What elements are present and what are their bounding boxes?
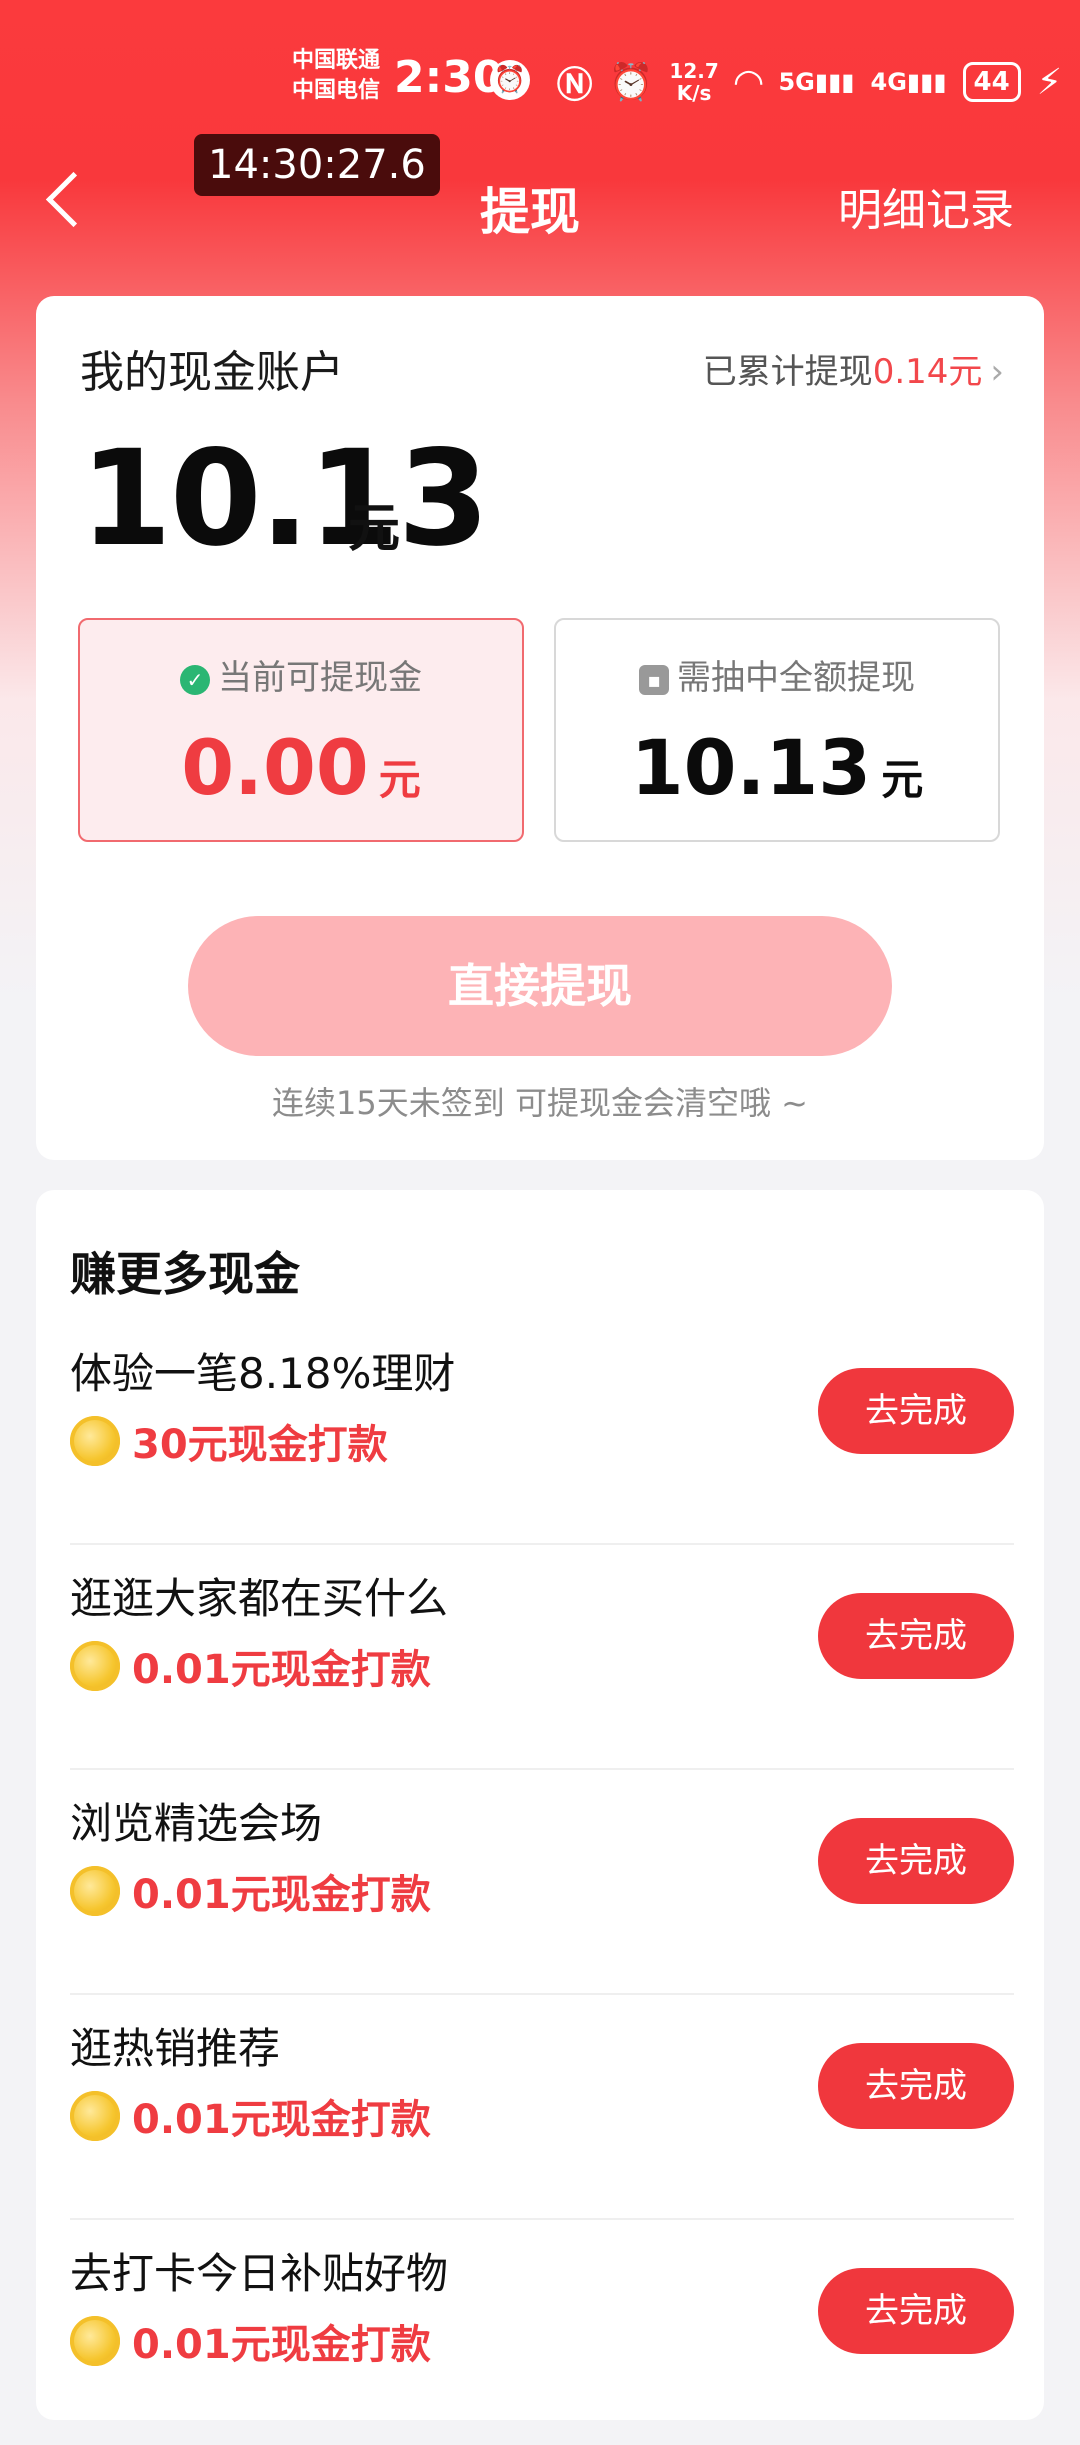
complete-task-button[interactable]: 去完成 [818,1368,1014,1454]
coin-icon [70,2091,120,2141]
sign-in-warning: 连续15天未签到 可提现金会清空哦 ~ [272,1084,808,1122]
balance-unit: 元 [348,499,401,559]
lock-icon: ▪ [639,664,669,695]
status-bar: 中国联通 中国电信 2:30 ⏰ Ⓝ ⏰ 12.7 K/s ◠ 5G▮▮▮ 4G… [0,0,1080,150]
task-reward-text: 0.01元现金打款 [132,1872,431,1918]
coin-icon [70,1641,120,1691]
signal-4g-icon: 4G▮▮▮ [870,68,947,96]
total-withdrawn-label: 已累计提现 [702,352,873,392]
system-icons: Ⓝ ⏰ 12.7 K/s ◠ 5G▮▮▮ 4G▮▮▮ 44 ⚡ [557,56,1062,108]
task-name: 逛热销推荐 [70,2024,281,2073]
signal-5g-icon: 5G▮▮▮ [778,68,855,96]
account-title: 我的现金账户 [80,347,344,398]
detail-records-link[interactable]: 明细记录 [838,174,1014,238]
withdraw-button[interactable]: 直接提现 [188,916,892,1056]
task-reward-text: 0.01元现金打款 [132,2097,431,2143]
net-speed-unit: K/s [676,81,712,105]
coin-icon [70,1866,120,1916]
cash-account-card: 我的现金账户 已累计提现0.14元 › 10.13 元 ✓ 当前可提现金 0.00 元… [36,296,1044,1160]
available-label: 当前可提现金 [218,658,422,698]
task-reward-text: 0.01元现金打款 [132,2322,431,2368]
alarm-app-icon: ⏰ [490,60,530,100]
available-unit: 元 [378,755,421,804]
complete-task-button[interactable]: 去完成 [818,2268,1014,2354]
coin-icon [70,2316,120,2366]
nav-bar: 14:30:27.6 提现 明细记录 [0,130,1080,270]
task-reward-text: 0.01元现金打款 [132,1647,431,1693]
complete-task-button[interactable]: 去完成 [818,1818,1014,1904]
battery-icon: 44 [962,62,1021,102]
wifi-icon: ◠ [734,61,763,103]
task-name: 体验一笔8.18%理财 [70,1349,456,1398]
locked-cash-box[interactable]: ▪ 需抽中全额提现 10.13 元 [554,618,1000,842]
locked-label: 需抽中全额提现 [677,658,915,698]
status-time: 2:30 [394,52,504,103]
carrier-2: 中国电信 [292,78,381,103]
task-name: 浏览精选会场 [70,1799,323,1848]
nfc-icon: Ⓝ [556,65,593,106]
charging-icon: ⚡ [1036,61,1062,103]
task-item: 逛逛大家都在买什么 0.01元现金打款 去完成 [70,1545,1014,1770]
locked-unit: 元 [881,755,924,804]
chevron-right-icon: › [990,352,1004,392]
complete-task-button[interactable]: 去完成 [818,1593,1014,1679]
available-cash-box[interactable]: ✓ 当前可提现金 0.00 元 [78,618,524,842]
earn-more-card: 赚更多现金 体验一笔8.18%理财 30元现金打款 去完成 逛逛大家都在买什么 … [36,1190,1044,2420]
available-value: 0.00 [181,723,369,812]
signal-5g-label: 5G [778,68,815,96]
network-speed: 12.7 K/s [669,60,718,104]
net-speed-value: 12.7 [669,59,719,83]
carrier-1: 中国联通 [292,48,381,73]
check-circle-icon: ✓ [180,664,210,695]
task-reward: 0.01元现金打款 [70,1862,431,1920]
complete-task-button[interactable]: 去完成 [818,2043,1014,2129]
task-reward: 0.01元现金打款 [70,2312,431,2370]
task-item: 浏览精选会场 0.01元现金打款 去完成 [70,1770,1014,1995]
coin-icon [70,1416,120,1466]
total-withdrawn-link[interactable]: 已累计提现0.14元 › [703,344,1004,393]
task-item: 体验一笔8.18%理财 30元现金打款 去完成 [70,1320,1014,1545]
task-name: 去打卡今日补贴好物 [70,2249,449,2298]
signal-4g-label: 4G [870,68,907,96]
locked-value: 10.13 [630,723,872,812]
task-reward-text: 30元现金打款 [132,1422,388,1468]
task-reward: 30元现金打款 [70,1412,388,1470]
task-item: 去打卡今日补贴好物 0.01元现金打款 去完成 [70,2220,1014,2445]
task-name: 逛逛大家都在买什么 [70,1574,449,1623]
balance-amount: 10.13 [80,422,490,576]
battery-level: 44 [973,67,1010,97]
task-reward: 0.01元现金打款 [70,2087,431,2145]
alarm-icon: ⏰ [608,62,654,103]
total-withdrawn-value: 0.14元 [872,352,983,392]
task-item: 逛热销推荐 0.01元现金打款 去完成 [70,1995,1014,2220]
tasks-title: 赚更多现金 [70,1247,300,1301]
carrier-info: 中国联通 中国电信 [292,46,380,106]
task-reward: 0.01元现金打款 [70,1637,431,1695]
